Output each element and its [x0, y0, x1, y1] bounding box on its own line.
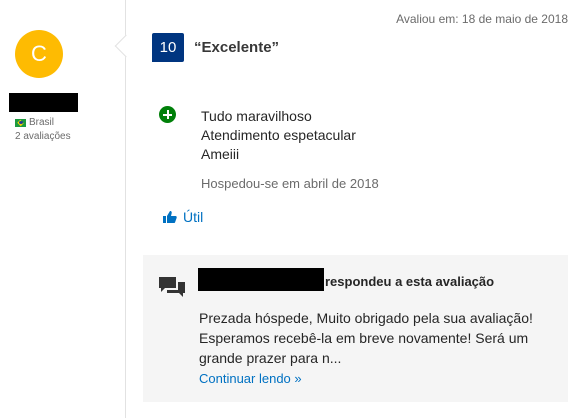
- property-reply: respondeu a esta avaliação Prezada hóspe…: [143, 255, 568, 402]
- chat-bubbles-icon: [159, 277, 185, 297]
- stay-date: Hospedou-se em abril de 2018: [201, 176, 379, 191]
- review-title: “Excelente”: [194, 39, 280, 56]
- positive-line: Tudo maravilhoso: [201, 108, 312, 124]
- redacted-host-name: [198, 268, 324, 291]
- redacted-reviewer-name: [9, 93, 78, 112]
- reviewer-country-label: Brasil: [29, 117, 55, 128]
- review-date: Avaliou em: 18 de maio de 2018: [396, 12, 568, 26]
- review-positive-text: Tudo maravilhoso Atendimento espetacular…: [201, 107, 356, 164]
- review-score-badge: 10: [152, 33, 184, 62]
- reply-text: Prezada hóspede, Muito obrigado pela sua…: [199, 310, 533, 366]
- brazil-flag-icon: [15, 118, 26, 127]
- continue-reading-link[interactable]: Continuar lendo »: [199, 371, 302, 386]
- reviewer-country: Brasil: [15, 117, 54, 128]
- reviewer-avatar: C: [15, 30, 63, 78]
- reply-header: respondeu a esta avaliação: [325, 274, 495, 289]
- positive-line: Ameiii: [201, 146, 240, 162]
- useful-label: Útil: [183, 209, 204, 225]
- reviewer-reviews-count: 2 avaliações: [15, 131, 71, 142]
- thumbs-up-icon: [163, 211, 177, 223]
- positive-line: Atendimento espetacular: [201, 127, 356, 143]
- plus-circle-icon: [159, 106, 176, 123]
- useful-button[interactable]: Útil: [163, 209, 203, 225]
- reviewer-sidebar: C Brasil 2 avaliações: [0, 0, 126, 418]
